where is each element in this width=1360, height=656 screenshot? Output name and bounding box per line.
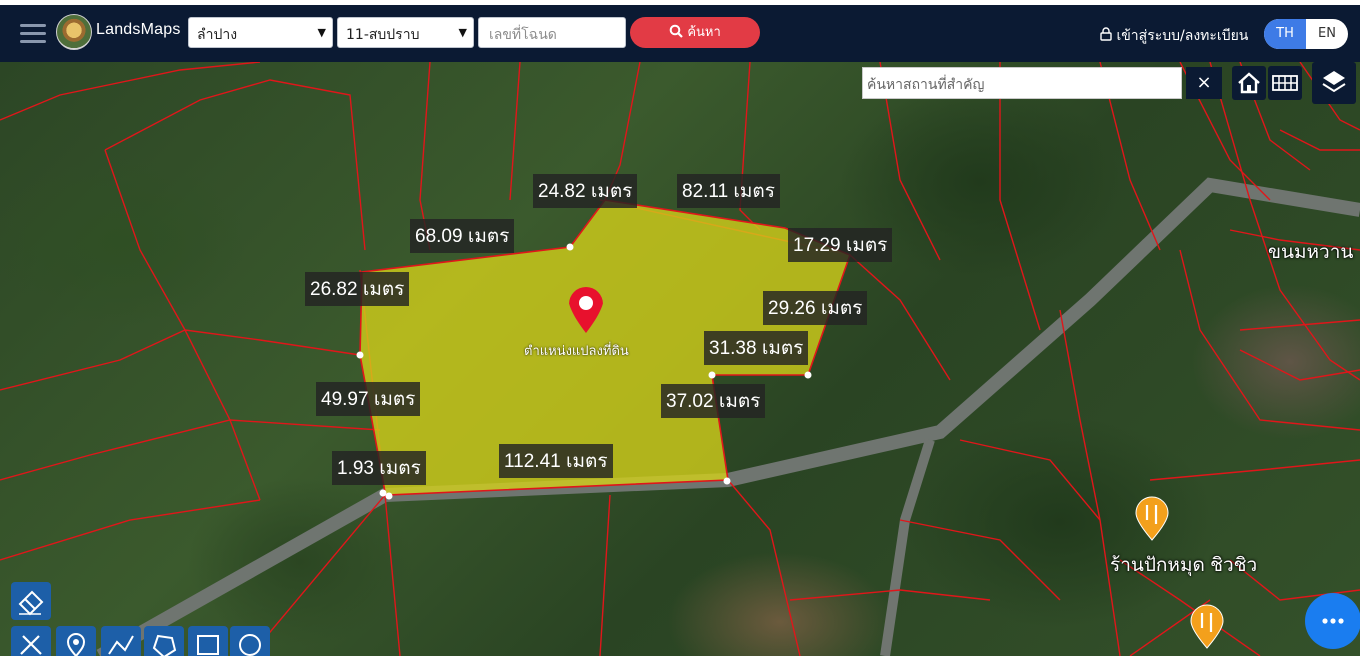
rectangle-icon — [197, 635, 219, 655]
map-canvas[interactable]: ค้นหาสถานที่สำคัญ × 24.82 เมตร 82.11 เมต… — [0, 62, 1360, 656]
measurement-label: 31.38 เมตร — [704, 331, 809, 365]
landsmaps-logo — [56, 14, 92, 50]
lock-icon — [1100, 27, 1112, 41]
lang-th-button[interactable]: TH — [1264, 19, 1306, 49]
restaurant-marker-icon[interactable] — [1135, 496, 1169, 541]
circle-icon — [239, 634, 261, 656]
district-select-value: 11-สบปราบ — [346, 27, 420, 43]
home-icon — [1238, 72, 1260, 94]
layers-button[interactable] — [1312, 62, 1356, 104]
measurement-label: 82.11 เมตร — [677, 174, 780, 208]
language-toggle: TH EN — [1264, 19, 1348, 49]
restaurant-marker-icon[interactable] — [1190, 604, 1224, 649]
measurement-label: 29.26 เมตร — [763, 291, 868, 325]
rectangle-tool-button[interactable] — [188, 626, 228, 656]
eraser-tool-button[interactable] — [11, 582, 51, 620]
measurement-label: 37.02 เมตร — [661, 384, 766, 418]
login-link[interactable]: เข้าสู่ระบบ/ลงทะเบียน — [1100, 25, 1248, 47]
poi-label: ร้านปักหมุด ชิวชิว — [1110, 555, 1258, 576]
measurement-label: 49.97 เมตร — [316, 382, 421, 416]
polyline-icon — [108, 635, 134, 655]
measurement-label: 68.09 เมตร — [410, 219, 515, 253]
brand-name: LandsMaps — [96, 21, 181, 38]
grid-button[interactable] — [1268, 66, 1302, 100]
clear-place-search-button[interactable]: × — [1186, 67, 1222, 99]
ruler-tool-button[interactable] — [11, 626, 51, 656]
ruler-icon — [20, 635, 42, 655]
measurement-label: 17.29 เมตร — [788, 228, 893, 262]
more-icon — [1322, 618, 1344, 624]
marker-tool-button[interactable] — [56, 626, 96, 656]
search-button-label: ค้นหา — [687, 25, 721, 40]
login-label: เข้าสู่ระบบ/ลงทะเบียน — [1116, 28, 1249, 44]
pin-label: ตำแหน่งแปลงที่ดิน — [524, 344, 629, 359]
menu-icon[interactable] — [20, 24, 46, 44]
circle-tool-button[interactable] — [230, 626, 270, 656]
lang-en-button[interactable]: EN — [1306, 19, 1348, 49]
marker-icon — [66, 633, 86, 656]
search-icon — [669, 24, 683, 38]
more-options-button[interactable] — [1305, 593, 1360, 649]
polygon-tool-button[interactable] — [144, 626, 184, 656]
layers-icon — [1322, 71, 1346, 93]
province-select-value: ลำปาง — [197, 27, 238, 43]
polygon-icon — [152, 634, 177, 656]
eraser-icon — [18, 590, 44, 616]
village-label: ขนมหวาน — [1268, 242, 1354, 263]
measurement-label: 24.82 เมตร — [533, 174, 638, 208]
province-select[interactable]: ลำปาง ▼ — [188, 17, 333, 48]
measurement-label: 1.93 เมตร — [332, 451, 426, 485]
place-search-input[interactable]: ค้นหาสถานที่สำคัญ — [862, 67, 1182, 99]
road — [880, 438, 935, 656]
district-select[interactable]: 11-สบปราบ ▼ — [337, 17, 474, 48]
polyline-tool-button[interactable] — [101, 626, 141, 656]
home-button[interactable] — [1232, 66, 1266, 100]
measurement-label: 112.41 เมตร — [499, 444, 613, 478]
search-button[interactable]: ค้นหา — [630, 17, 760, 48]
top-navbar: LandsMaps ลำปาง ▼ 11-สบปราบ ▼ เลขที่โฉนด… — [0, 5, 1360, 62]
grid-icon — [1272, 75, 1298, 91]
deed-number-input[interactable]: เลขที่โฉนด — [478, 17, 626, 48]
measurement-label: 26.82 เมตร — [305, 272, 410, 306]
chevron-down-icon: ▼ — [458, 26, 467, 39]
chevron-down-icon: ▼ — [317, 26, 326, 39]
